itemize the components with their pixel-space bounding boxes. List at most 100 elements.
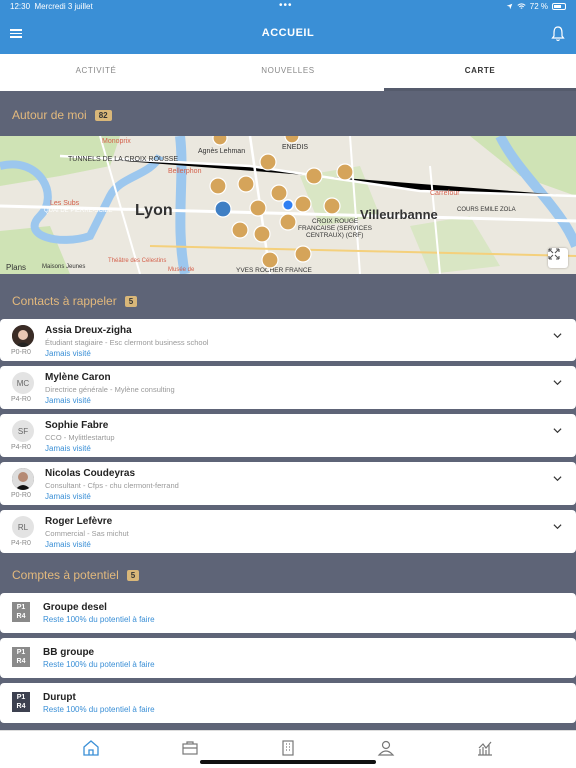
- map-label: Les Subs: [50, 200, 80, 207]
- contact-card[interactable]: RL P4-R0 Roger Lefèvre Commercial - Sas …: [0, 510, 576, 553]
- page-title: ACCUEIL: [261, 27, 315, 39]
- map-label: COURS EMILE ZOLA: [457, 207, 516, 213]
- chevron-down-icon[interactable]: [553, 331, 562, 340]
- status-time: 12:30 Mercredi 3 juillet: [10, 2, 93, 11]
- contact-role: Directrice générale - Mylène consulting: [45, 385, 175, 394]
- map-label: Agnès Lehman: [198, 148, 246, 155]
- building-icon[interactable]: [279, 739, 297, 757]
- avatar: MC: [12, 372, 34, 394]
- multitask-dots: •••: [279, 0, 293, 11]
- accounts-title: Comptes à potentiel: [12, 568, 119, 582]
- contacts-count-badge: 5: [124, 295, 138, 307]
- battery-percent: 72 %: [529, 2, 548, 11]
- map-city-label: Lyon: [135, 202, 173, 219]
- account-name: Groupe desel: [43, 602, 107, 613]
- account-card[interactable]: P1 R4 BB groupe Reste 100% du potentiel à…: [0, 638, 576, 678]
- potential-badge: P1 R4: [12, 692, 30, 712]
- potential-badge: P1 R4: [12, 602, 30, 622]
- account-card[interactable]: P1 R4 Durupt Reste 100% du potentiel à fa…: [0, 683, 576, 723]
- contact-name: Sophie Fabre: [45, 420, 109, 431]
- chevron-down-icon[interactable]: [553, 522, 562, 531]
- account-name: BB groupe: [43, 647, 95, 658]
- avatar: [12, 325, 34, 347]
- chevron-down-icon[interactable]: [553, 426, 562, 435]
- contact-name: Mylène Caron: [45, 372, 111, 383]
- location-icon: [506, 3, 513, 10]
- tab-carte[interactable]: CARTE: [384, 54, 576, 91]
- home-indicator: [200, 760, 376, 764]
- expand-map-button[interactable]: [548, 248, 568, 268]
- top-nav-bar: ACCUEIL: [0, 14, 576, 54]
- tab-nouvelles[interactable]: NOUVELLES: [192, 54, 384, 91]
- contact-name: Roger Lefèvre: [45, 516, 113, 527]
- visit-status: Jamais visité: [45, 540, 91, 549]
- contact-role: Étudiant stagiaire - Esc clermont busine…: [45, 338, 209, 347]
- account-name: Durupt: [43, 692, 76, 703]
- priority-label: P4-R0: [11, 396, 31, 403]
- contacts-header: Contacts à rappeler 5: [12, 294, 138, 308]
- tab-activite[interactable]: ACTIVITÉ: [0, 54, 192, 91]
- map-label: Bellerphon: [168, 168, 202, 175]
- bell-icon[interactable]: [550, 25, 566, 43]
- battery-level: [554, 5, 562, 8]
- accounts-header: Comptes à potentiel 5: [12, 568, 140, 582]
- map-label: ENEDIS: [282, 144, 309, 151]
- avatar: [12, 468, 34, 490]
- contact-card[interactable]: P0-R0 Assia Dreux-zigha Étudiant stagiai…: [0, 319, 576, 361]
- priority-label: P0-R0: [11, 492, 31, 499]
- status-bar: 12:30 Mercredi 3 juillet ••• 72 %: [0, 0, 576, 14]
- contact-role: Consultant - Cfps - chu clermont-ferrand: [45, 481, 179, 490]
- status-right: 72 %: [506, 2, 566, 11]
- account-potential: Reste 100% du potentiel à faire: [43, 660, 155, 669]
- account-potential: Reste 100% du potentiel à faire: [43, 615, 155, 624]
- avatar: SF: [12, 420, 34, 442]
- account-potential: Reste 100% du potentiel à faire: [43, 705, 155, 714]
- nearby-title: Autour de moi: [12, 108, 87, 122]
- visit-status: Jamais visité: [45, 492, 91, 501]
- map-label: CENTRAUX) (CRF): [306, 232, 364, 239]
- contact-card[interactable]: P0-R0 Nicolas Coudeyras Consultant - Cfp…: [0, 462, 576, 505]
- contact-name: Nicolas Coudeyras: [45, 468, 136, 479]
- contact-role: Commercial - Sas michut: [45, 529, 129, 538]
- map-label: Théâtre des Célestins: [108, 258, 167, 264]
- map-label: QUAI DE PIERRE-SCIZE: [44, 208, 113, 214]
- map-attribution: Plans: [6, 263, 27, 272]
- nearby-header: Autour de moi 82: [12, 108, 112, 122]
- chevron-down-icon[interactable]: [553, 378, 562, 387]
- map-label: Carrefour: [430, 190, 460, 197]
- visit-status: Jamais visité: [45, 349, 91, 358]
- battery-icon: [552, 3, 566, 10]
- contact-card[interactable]: SF P4-R0 Sophie Fabre CCO - Mylittlestar…: [0, 414, 576, 457]
- map-label: Monoprix: [102, 138, 131, 145]
- priority-label: P4-R0: [11, 444, 31, 451]
- map-label: Musée de: [168, 267, 195, 273]
- map-label: TUNNELS DE LA CROIX ROUSSE: [68, 156, 179, 163]
- avatar: RL: [12, 516, 34, 538]
- account-card[interactable]: P1 R4 Groupe desel Reste 100% du potentie…: [0, 593, 576, 633]
- contact-role: CCO - Mylittlestartup: [45, 433, 115, 442]
- priority-label: P0-R0: [11, 349, 31, 356]
- contacts-title: Contacts à rappeler: [12, 294, 117, 308]
- visit-status: Jamais visité: [45, 396, 91, 405]
- priority-label: P4-R0: [11, 540, 31, 547]
- person-icon[interactable]: [377, 739, 395, 757]
- map-label: CROIX ROUGE: [312, 218, 359, 225]
- expand-icon: [548, 248, 560, 260]
- nearby-count-badge: 82: [94, 109, 112, 121]
- chart-icon[interactable]: [476, 739, 494, 757]
- home-icon[interactable]: [82, 739, 100, 757]
- briefcase-icon[interactable]: [181, 739, 199, 757]
- contact-name: Assia Dreux-zigha: [45, 325, 132, 336]
- map-label: FRANCAISE (SERVICES: [298, 225, 372, 232]
- accounts-count-badge: 5: [126, 569, 140, 581]
- map-view[interactable]: Agnès Lehman ENEDIS TUNNELS DE LA CROIX …: [0, 136, 576, 274]
- map-label: YVES ROCHER FRANCE: [236, 267, 312, 274]
- visit-status: Jamais visité: [45, 444, 91, 453]
- map-label: Maisons Jeunes: [42, 264, 86, 270]
- chevron-down-icon[interactable]: [553, 474, 562, 483]
- map-city-label: Villeurbanne: [360, 207, 438, 222]
- potential-badge: P1 R4: [12, 647, 30, 667]
- tab-bar: ACTIVITÉ NOUVELLES CARTE: [0, 54, 576, 91]
- contact-card[interactable]: MC P4-R0 Mylène Caron Directrice général…: [0, 366, 576, 409]
- wifi-icon: [517, 3, 526, 9]
